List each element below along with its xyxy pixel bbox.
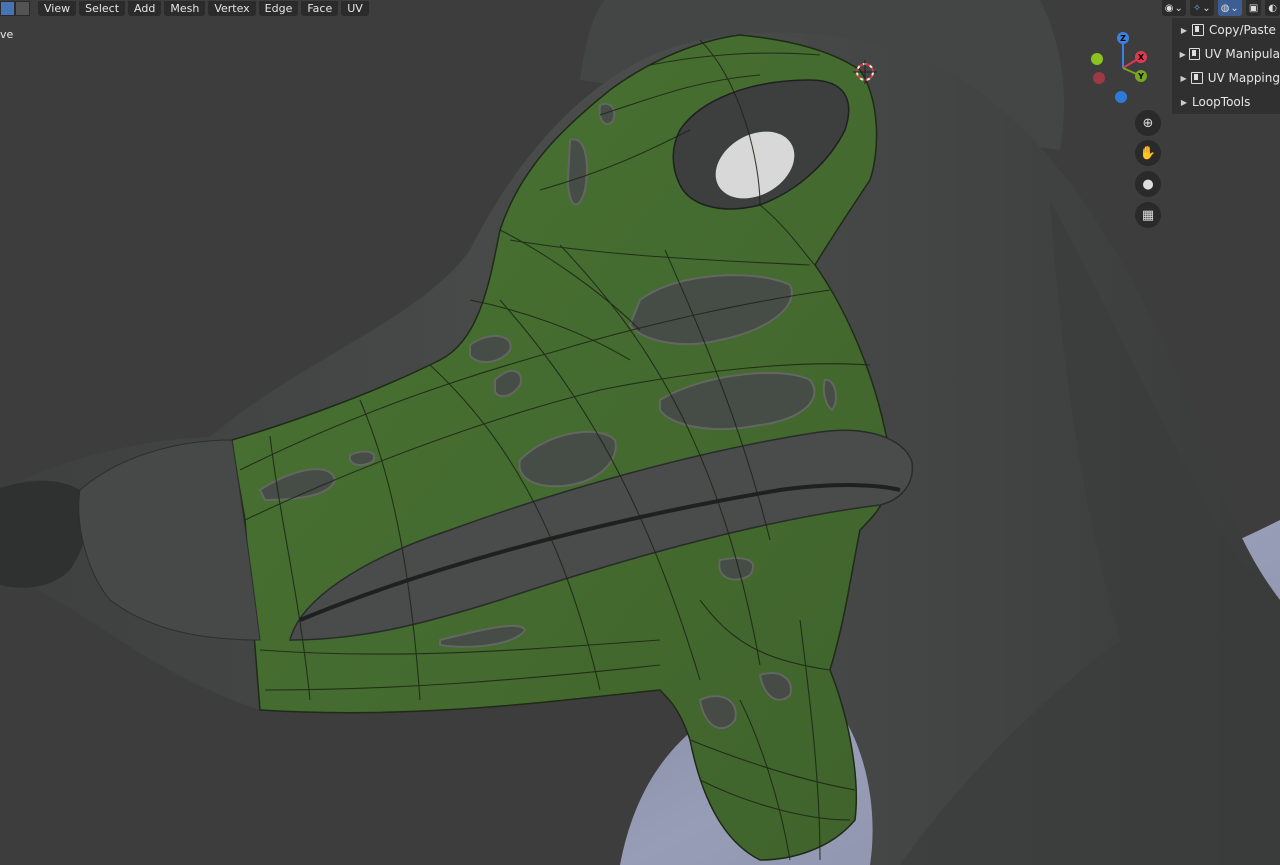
gizmo-dropdown[interactable]: ✧ ⌄ — [1189, 0, 1214, 16]
panel-label: Copy/Paste — [1209, 23, 1276, 37]
addon-icon — [1191, 72, 1203, 84]
viewport-status-text: ve — [0, 28, 14, 41]
overlay-icon: ◍ — [1220, 2, 1230, 14]
panel-label: LoopTools — [1192, 95, 1251, 109]
overlay-dropdown[interactable]: ◍ ⌄ — [1217, 0, 1242, 16]
shading-solid-icon: ◐ — [1268, 2, 1277, 14]
panel-copy-paste[interactable]: ▶ Copy/Paste — [1172, 18, 1280, 42]
sidebar-panel: ▶ Copy/Paste ▶ UV Manipula ▶ UV Mapping … — [1172, 18, 1280, 114]
zoom-button[interactable]: ⊕ — [1135, 110, 1161, 136]
gizmo-toggle-icon: ✧ — [1192, 2, 1202, 14]
viewport-header: View Select Add Mesh Vertex Edge Face UV — [0, 0, 372, 16]
header-menus: View Select Add Mesh Vertex Edge Face UV — [38, 0, 372, 16]
gizmo-x-label: X — [1138, 53, 1145, 62]
hand-icon: ✋ — [1139, 145, 1157, 161]
panel-label: UV Mapping — [1207, 71, 1280, 85]
gizmo-neg-y[interactable] — [1091, 53, 1103, 65]
grid-icon: ▦ — [1141, 207, 1155, 223]
zoom-icon: ⊕ — [1142, 115, 1154, 131]
chevron-down-icon: ⌄ — [1230, 2, 1239, 14]
select-mode-buttons — [0, 0, 30, 16]
menu-add[interactable]: Add — [128, 0, 162, 16]
gizmo-neg-x[interactable] — [1093, 72, 1105, 84]
xray-toggle-button[interactable] — [15, 0, 30, 16]
perspective-toggle-button[interactable]: ▦ — [1135, 202, 1161, 228]
menu-edge[interactable]: Edge — [258, 0, 299, 16]
shading-button[interactable]: ◐ — [1265, 0, 1280, 16]
3d-viewport[interactable] — [0, 0, 1280, 865]
menu-vertex[interactable]: Vertex — [208, 0, 256, 16]
expand-arrow-icon: ▶ — [1180, 97, 1188, 107]
addon-icon — [1192, 24, 1204, 36]
expand-arrow-icon: ▶ — [1179, 49, 1186, 59]
panel-uv-mapping[interactable]: ▶ UV Mapping — [1172, 66, 1280, 90]
expand-arrow-icon: ▶ — [1180, 73, 1187, 83]
gizmo-z-label: Z — [1120, 34, 1126, 43]
face-select-mode-button[interactable] — [0, 0, 15, 16]
menu-uv[interactable]: UV — [341, 0, 369, 16]
viewport-header-right: ◉ ⌄ ✧ ⌄ ◍ ⌄ ▣ ◐ — [1161, 0, 1280, 16]
gizmo-y-label: Y — [1137, 72, 1144, 81]
expand-arrow-icon: ▶ — [1180, 25, 1188, 35]
panel-looptools[interactable]: ▶ LoopTools — [1172, 90, 1280, 114]
menu-view[interactable]: View — [38, 0, 77, 16]
pan-button[interactable]: ✋ — [1135, 140, 1161, 166]
xray-icon: ▣ — [1248, 2, 1259, 14]
eye-icon: ◉ — [1164, 2, 1174, 14]
panel-uv-manipulation[interactable]: ▶ UV Manipula — [1172, 42, 1280, 66]
panel-label: UV Manipula — [1204, 47, 1280, 61]
navigation-gizmo[interactable]: Z X Y — [1085, 30, 1160, 108]
addon-icon — [1189, 48, 1200, 60]
visibility-dropdown[interactable]: ◉ ⌄ — [1161, 0, 1186, 16]
menu-select[interactable]: Select — [79, 0, 126, 16]
camera-view-button[interactable]: ● — [1135, 171, 1161, 197]
menu-face[interactable]: Face — [301, 0, 339, 16]
menu-mesh[interactable]: Mesh — [164, 0, 206, 16]
xray-button[interactable]: ▣ — [1245, 0, 1262, 16]
camera-icon: ● — [1142, 176, 1154, 192]
chevron-down-icon: ⌄ — [1202, 2, 1211, 14]
chevron-down-icon: ⌄ — [1174, 2, 1183, 14]
gizmo-neg-z[interactable] — [1115, 91, 1127, 103]
